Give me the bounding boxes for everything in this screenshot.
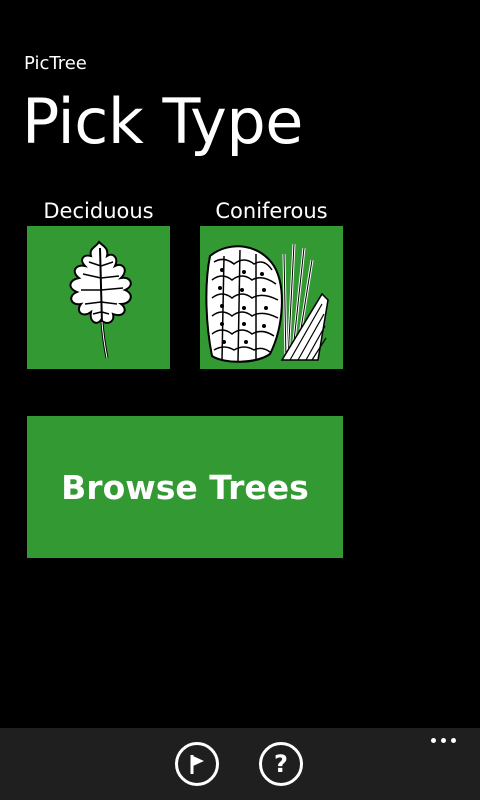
help-icon: ? bbox=[274, 750, 288, 778]
flag-button[interactable] bbox=[175, 742, 219, 786]
deciduous-tile[interactable] bbox=[27, 226, 170, 369]
app-page: PicTree Pick Type Deciduous Coniferous B… bbox=[0, 0, 480, 800]
ellipsis-dot bbox=[451, 738, 456, 743]
coniferous-label: Coniferous bbox=[215, 199, 328, 223]
page-title: Pick Type bbox=[22, 85, 303, 158]
app-bar: ? bbox=[0, 728, 480, 800]
browse-trees-button[interactable]: Browse Trees bbox=[27, 416, 343, 558]
browse-trees-label: Browse Trees bbox=[61, 467, 309, 507]
app-title: PicTree bbox=[24, 53, 87, 74]
pinecone-icon bbox=[205, 243, 329, 363]
ellipsis-dot bbox=[431, 738, 436, 743]
ellipsis-icon[interactable] bbox=[431, 738, 456, 743]
ellipsis-dot bbox=[441, 738, 446, 743]
help-button[interactable]: ? bbox=[259, 742, 303, 786]
deciduous-label: Deciduous bbox=[43, 199, 154, 223]
flag-icon bbox=[190, 755, 204, 774]
leaf-icon bbox=[69, 240, 132, 359]
coniferous-tile[interactable] bbox=[200, 226, 343, 369]
